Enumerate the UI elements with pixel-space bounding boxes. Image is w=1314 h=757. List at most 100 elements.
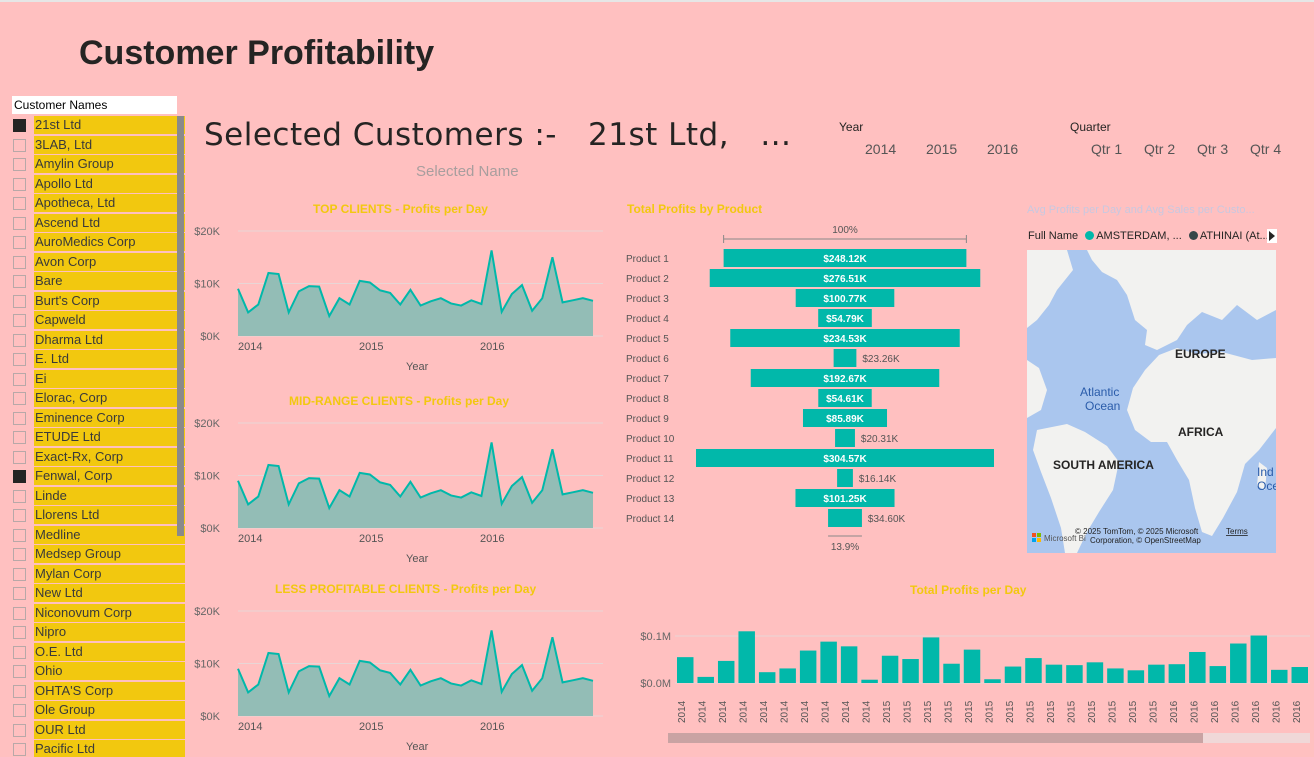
slicer-item[interactable]: Ei [12, 369, 185, 390]
slicer-item-label[interactable]: New Ltd [34, 584, 185, 602]
slicer-item-label[interactable]: Dharma Ltd [34, 330, 185, 349]
slicer-item[interactable]: Llorens Ltd [12, 506, 185, 526]
slicer-item-label[interactable]: OHTA'S Corp [34, 681, 185, 700]
legend-item-amsterdam[interactable]: AMSTERDAM, ... [1096, 230, 1182, 242]
slicer-checkbox[interactable] [13, 606, 26, 620]
legend-item-athinai[interactable]: ATHINAI (At... [1200, 230, 1269, 242]
slicer-item-label[interactable]: Pacific Ltd [34, 740, 185, 757]
daily-bar[interactable] [1209, 666, 1227, 683]
slicer-item-label[interactable]: Medline [34, 525, 185, 544]
slicer-item[interactable]: 3LAB, Ltd [12, 135, 185, 156]
slicer-item-label[interactable]: Elorac, Corp [34, 389, 185, 407]
daily-bar[interactable] [943, 663, 960, 683]
slicer-item[interactable]: Dharma Ltd [12, 330, 185, 351]
slicer-checkbox[interactable] [13, 372, 26, 386]
slicer-item-label[interactable]: ETUDE Ltd [34, 428, 185, 446]
slicer-item-label[interactable]: Avon Corp [34, 252, 185, 271]
slicer-item-label[interactable]: Capweld [34, 311, 185, 329]
quarter-option-2[interactable]: Qtr 2 [1144, 141, 1175, 157]
product-bar[interactable] [833, 349, 857, 367]
slicer-checkbox[interactable] [13, 528, 26, 542]
slicer-item-label[interactable]: E. Ltd [34, 350, 185, 368]
slicer-checkbox[interactable] [13, 509, 26, 522]
slicer-checkbox[interactable] [13, 684, 26, 698]
daily-bar[interactable] [902, 659, 919, 683]
slicer-item[interactable]: Fenwal, Corp [12, 467, 185, 487]
slicer-checkbox[interactable] [13, 255, 26, 269]
slicer-item[interactable]: Exact-Rx, Corp [12, 447, 185, 468]
slicer-item[interactable]: Apotheca, Ltd [12, 194, 185, 214]
slicer-item-label[interactable]: 21st Ltd [34, 116, 185, 134]
slicer-item[interactable]: 21st Ltd [12, 116, 185, 136]
daily-profit-chart[interactable]: $0.0M $0.1M 2014 2014 2014 2014 2014 2014 2014 20… [620, 620, 1314, 730]
slicer-item[interactable]: Amylin Group [12, 155, 185, 175]
slicer-item-label[interactable]: O.E. Ltd [34, 642, 185, 661]
daily-bar[interactable] [1004, 666, 1022, 683]
daily-bar[interactable] [1086, 662, 1104, 683]
daily-bar[interactable] [820, 641, 837, 683]
daily-bar[interactable] [840, 646, 858, 683]
daily-bar[interactable] [1250, 635, 1268, 683]
map-attribution-2[interactable]: Corporation, © OpenStreetMap [1090, 536, 1201, 545]
slicer-checkbox[interactable] [13, 567, 26, 581]
daily-bar[interactable] [1107, 668, 1124, 683]
daily-bar[interactable] [1127, 670, 1145, 683]
slicer-item-label[interactable]: Ohio [34, 662, 185, 680]
daily-bar[interactable] [922, 637, 940, 683]
product-bar[interactable] [837, 469, 853, 487]
product-bar[interactable] [828, 509, 862, 527]
slicer-item-label[interactable]: 3LAB, Ltd [34, 135, 185, 154]
slicer-item[interactable]: AuroMedics Corp [12, 233, 185, 253]
slicer-item[interactable]: Burt's Corp [12, 291, 185, 312]
slicer-scrollbar[interactable] [177, 116, 184, 536]
slicer-checkbox[interactable] [13, 665, 26, 678]
slicer-checkbox[interactable] [13, 470, 26, 483]
slicer-item[interactable]: Ole Group [12, 701, 185, 721]
slicer-item[interactable]: Capweld [12, 311, 185, 331]
slicer-item[interactable]: Medsep Group [12, 545, 185, 565]
slicer-checkbox[interactable] [13, 411, 26, 425]
slicer-checkbox[interactable] [13, 723, 26, 737]
slicer-item-label[interactable]: Apollo Ltd [34, 174, 185, 193]
slicer-item-label[interactable]: Ole Group [34, 701, 185, 719]
daily-bar[interactable] [697, 676, 714, 683]
daily-bar[interactable] [1189, 651, 1206, 683]
daily-bar[interactable] [1148, 664, 1165, 683]
daily-bar[interactable] [861, 679, 878, 683]
slicer-item[interactable]: Medline [12, 525, 185, 546]
slicer-checkbox[interactable] [13, 119, 26, 132]
slicer-item[interactable]: Bare [12, 272, 185, 292]
slicer-checkbox[interactable] [13, 431, 26, 444]
slicer-checkbox[interactable] [13, 158, 26, 171]
legend-next-icon[interactable] [1267, 229, 1277, 243]
slicer-item-label[interactable]: Eminence Corp [34, 408, 185, 427]
mid-range-clients-chart[interactable]: $0K $10K $20K 2014 2015 2016 Year [190, 412, 610, 562]
slicer-checkbox[interactable] [13, 275, 26, 288]
slicer-item-label[interactable]: Ascend Ltd [34, 213, 185, 232]
slicer-item[interactable]: Ascend Ltd [12, 213, 185, 234]
slicer-checkbox[interactable] [13, 587, 26, 600]
daily-bar[interactable] [1045, 664, 1063, 683]
daily-bar[interactable] [881, 655, 899, 683]
slicer-checkbox[interactable] [13, 177, 26, 191]
quarter-option-1[interactable]: Qtr 1 [1091, 141, 1122, 157]
slicer-item-label[interactable]: Amylin Group [34, 155, 185, 173]
slicer-checkbox[interactable] [13, 333, 26, 347]
daily-bar[interactable] [1066, 665, 1083, 683]
product-profit-chart[interactable]: 100% Product 1 $248.12K Product 2 $276.51K Pr… [620, 220, 1020, 560]
slicer-item[interactable]: Niconovum Corp [12, 603, 185, 624]
slicer-item[interactable]: OUR Ltd [12, 720, 185, 741]
year-option-2015[interactable]: 2015 [926, 141, 957, 157]
slicer-item[interactable]: ETUDE Ltd [12, 428, 185, 448]
slicer-checkbox[interactable] [13, 138, 26, 152]
daily-chart-scrollbar[interactable] [668, 733, 1310, 743]
year-option-2014[interactable]: 2014 [865, 141, 896, 157]
quarter-option-4[interactable]: Qtr 4 [1250, 141, 1281, 157]
daily-bar[interactable] [738, 631, 755, 683]
slicer-item-label[interactable]: Mylan Corp [34, 564, 185, 583]
profit-map[interactable]: EUROPE Atlantic Ocean AFRICA SOUTH AMERI… [1027, 250, 1276, 553]
daily-bar[interactable] [1291, 667, 1308, 683]
slicer-checkbox[interactable] [13, 216, 26, 230]
slicer-item[interactable]: Pacific Ltd [12, 740, 185, 757]
slicer-item-label[interactable]: Bare [34, 272, 185, 290]
